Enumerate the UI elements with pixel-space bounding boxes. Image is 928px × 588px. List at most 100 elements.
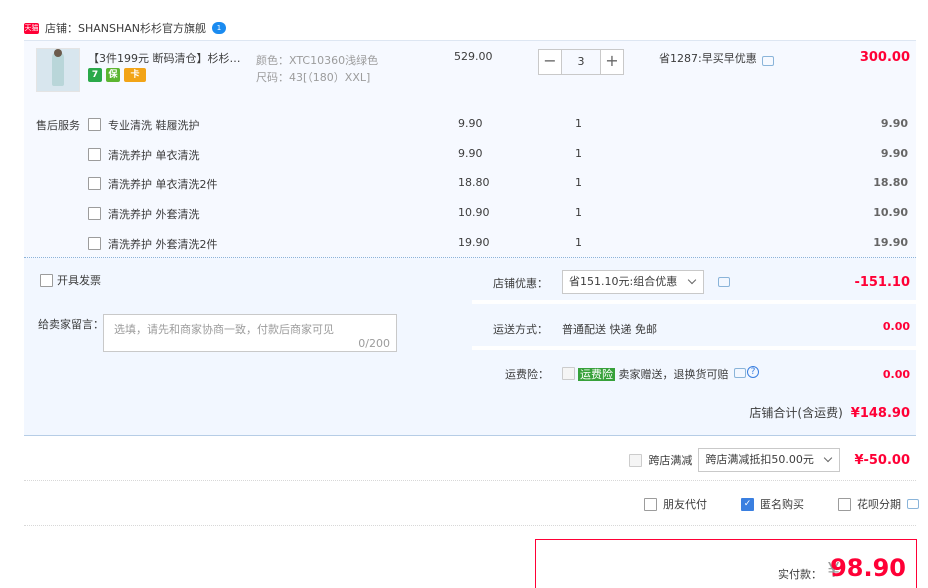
cross-store-select[interactable]: 跨店满减抵扣50.00元 — [698, 448, 841, 472]
chat-icon[interactable]: 1 — [212, 22, 227, 34]
promo-text: 省1287:早买早优惠 — [659, 52, 757, 65]
service-checkbox[interactable] — [88, 207, 101, 220]
service-subtotal: 9.90 — [880, 147, 908, 160]
service-qty: 1 — [575, 117, 582, 130]
insurance-chat-icon[interactable] — [734, 368, 746, 378]
insurance-text: 卖家赠送，退换货可赔 — [618, 368, 729, 381]
shipping-value: 0.00 — [882, 320, 910, 333]
message-input[interactable]: 选填，请先和商家协商一致，付款后商家可见 0/200 — [103, 314, 397, 352]
discount-info-icon[interactable] — [718, 277, 730, 287]
qty-plus-button[interactable]: + — [600, 49, 624, 75]
shop-total-label: 店铺合计(含运费) — [749, 406, 843, 420]
payment-amount: 98.90 — [830, 554, 906, 582]
service-row: 清洗养护 外套清洗2件 19.90 1 19.90 — [88, 235, 908, 255]
product-figure-head — [54, 49, 62, 57]
service-checkbox[interactable] — [88, 148, 101, 161]
item-subtotal: 300.00 — [859, 50, 910, 65]
anonymous-label: 匿名购买 — [760, 498, 804, 511]
friend-pay-label: 朋友代付 — [663, 498, 707, 511]
size-value: 43[（180）XXL] — [289, 71, 371, 84]
guarantee-icon: 保 — [106, 68, 120, 82]
service-checkbox[interactable] — [88, 118, 101, 131]
service-row: 清洗养护 外套清洗 10.90 1 10.90 — [88, 205, 908, 225]
after-sales-title: 售后服务 — [36, 119, 80, 132]
sku-size: 尺码：43[（180）XXL] — [256, 69, 370, 85]
service-row: 专业清洗 鞋履洗护 9.90 1 9.90 — [88, 116, 908, 136]
message-label: 给卖家留言： — [38, 318, 104, 331]
service-checkbox[interactable] — [88, 237, 101, 250]
message-count: 0/200 — [358, 337, 390, 350]
insurance-value: 0.00 — [882, 368, 910, 381]
service-subtotal: 9.90 — [880, 117, 908, 130]
item-promo: 省1287:早买早优惠 — [659, 50, 757, 66]
insurance-checkbox — [562, 367, 575, 380]
service-subtotal: 18.80 — [873, 176, 908, 189]
service-subtotal: 19.90 — [873, 236, 908, 249]
help-icon[interactable]: ? — [747, 366, 759, 378]
service-row: 清洗养护 单衣清洗2件 18.80 1 18.80 — [88, 175, 908, 195]
shop-discount-value: -151.10 — [854, 275, 910, 290]
quantity-stepper: − 3 + — [538, 49, 624, 75]
installment-checkbox[interactable] — [838, 497, 851, 511]
service-name: 清洗养护 外套清洗2件 — [108, 238, 218, 251]
qty-input[interactable]: 3 — [562, 49, 600, 75]
shop-discount-label: 店铺优惠： — [493, 277, 548, 290]
insurance-tag: 运费险 — [578, 368, 615, 381]
friend-pay-option: 朋友代付 — [644, 496, 707, 512]
sku-color: 颜色：XTC10360浅绿色 — [256, 52, 378, 68]
service-qty: 1 — [575, 236, 582, 249]
installment-info-icon[interactable] — [907, 499, 919, 509]
service-qty: 1 — [575, 147, 582, 160]
service-price: 10.90 — [458, 206, 490, 219]
service-name: 清洗养护 外套清洗 — [108, 208, 200, 221]
product-title-link[interactable]: 【3件199元 断码清仓】杉杉宽... — [88, 50, 248, 66]
service-checkbox[interactable] — [88, 177, 101, 190]
service-name: 清洗养护 单衣清洗 — [108, 149, 200, 162]
shop-header: 天猫 店铺： SHANSHAN杉杉官方旗舰 1 — [24, 14, 227, 42]
invoice-checkbox[interactable] — [40, 273, 53, 287]
cross-store-value: ¥-50.00 — [854, 452, 910, 468]
installment-label: 花呗分期 — [857, 498, 901, 511]
card-icon: 卡 — [124, 68, 146, 82]
service-price: 9.90 — [458, 117, 483, 130]
shop-label: 店铺： — [45, 22, 78, 35]
insurance-info: 运费险 卖家赠送，退换货可赔 — [578, 366, 729, 382]
divider — [24, 525, 916, 526]
shipping-label: 运送方式： — [493, 323, 548, 336]
tmall-icon: 天猫 — [24, 22, 39, 34]
insurance-label: 运费险： — [505, 368, 549, 381]
shop-total-value: ¥148.90 — [850, 406, 910, 421]
cross-store-checkbox — [629, 453, 643, 467]
friend-pay-checkbox[interactable] — [644, 497, 657, 511]
service-qty: 1 — [575, 176, 582, 189]
message-placeholder: 选填，请先和商家协商一致，付款后商家可见 — [114, 323, 334, 336]
qty-minus-button[interactable]: − — [538, 49, 562, 75]
service-price: 19.90 — [458, 236, 490, 249]
invoice-option: 开具发票 — [40, 272, 101, 288]
payment-label: 实付款： — [778, 568, 822, 581]
anonymous-option: ✓ 匿名购买 — [741, 496, 804, 512]
promo-info-icon[interactable] — [762, 56, 774, 66]
service-qty: 1 — [575, 206, 582, 219]
shipping-method: 普通配送 快递 免邮 — [562, 323, 657, 336]
shop-discount-select[interactable]: 省151.10元:组合优惠 — [562, 270, 704, 294]
color-value: XTC10360浅绿色 — [289, 54, 379, 67]
chevron-down-icon — [824, 453, 833, 463]
seven-day-return-icon: 7 — [88, 68, 102, 82]
cross-store-label: 跨店满减 — [648, 454, 693, 467]
payment-box: 实付款： ¥ 98.90 — [535, 539, 917, 588]
service-name: 专业清洗 鞋履洗护 — [108, 119, 200, 132]
divider — [24, 480, 916, 481]
shop-total: 店铺合计(含运费) ¥148.90 — [749, 404, 910, 421]
shop-name-link[interactable]: SHANSHAN杉杉官方旗舰 — [78, 20, 206, 36]
service-subtotal: 10.90 — [873, 206, 908, 219]
product-figure-shape — [52, 52, 64, 86]
anonymous-checkbox[interactable]: ✓ — [741, 497, 754, 511]
invoice-label: 开具发票 — [57, 274, 101, 287]
cross-store-discount: 跨店满减 跨店满减抵扣50.00元 ¥-50.00 — [629, 448, 910, 472]
shop-discount-selected: 省151.10元:组合优惠 — [569, 275, 678, 288]
service-name: 清洗养护 单衣清洗2件 — [108, 178, 218, 191]
cross-store-selected: 跨店满减抵扣50.00元 — [705, 453, 814, 466]
installment-option: 花呗分期 — [838, 496, 919, 512]
service-price: 9.90 — [458, 147, 483, 160]
